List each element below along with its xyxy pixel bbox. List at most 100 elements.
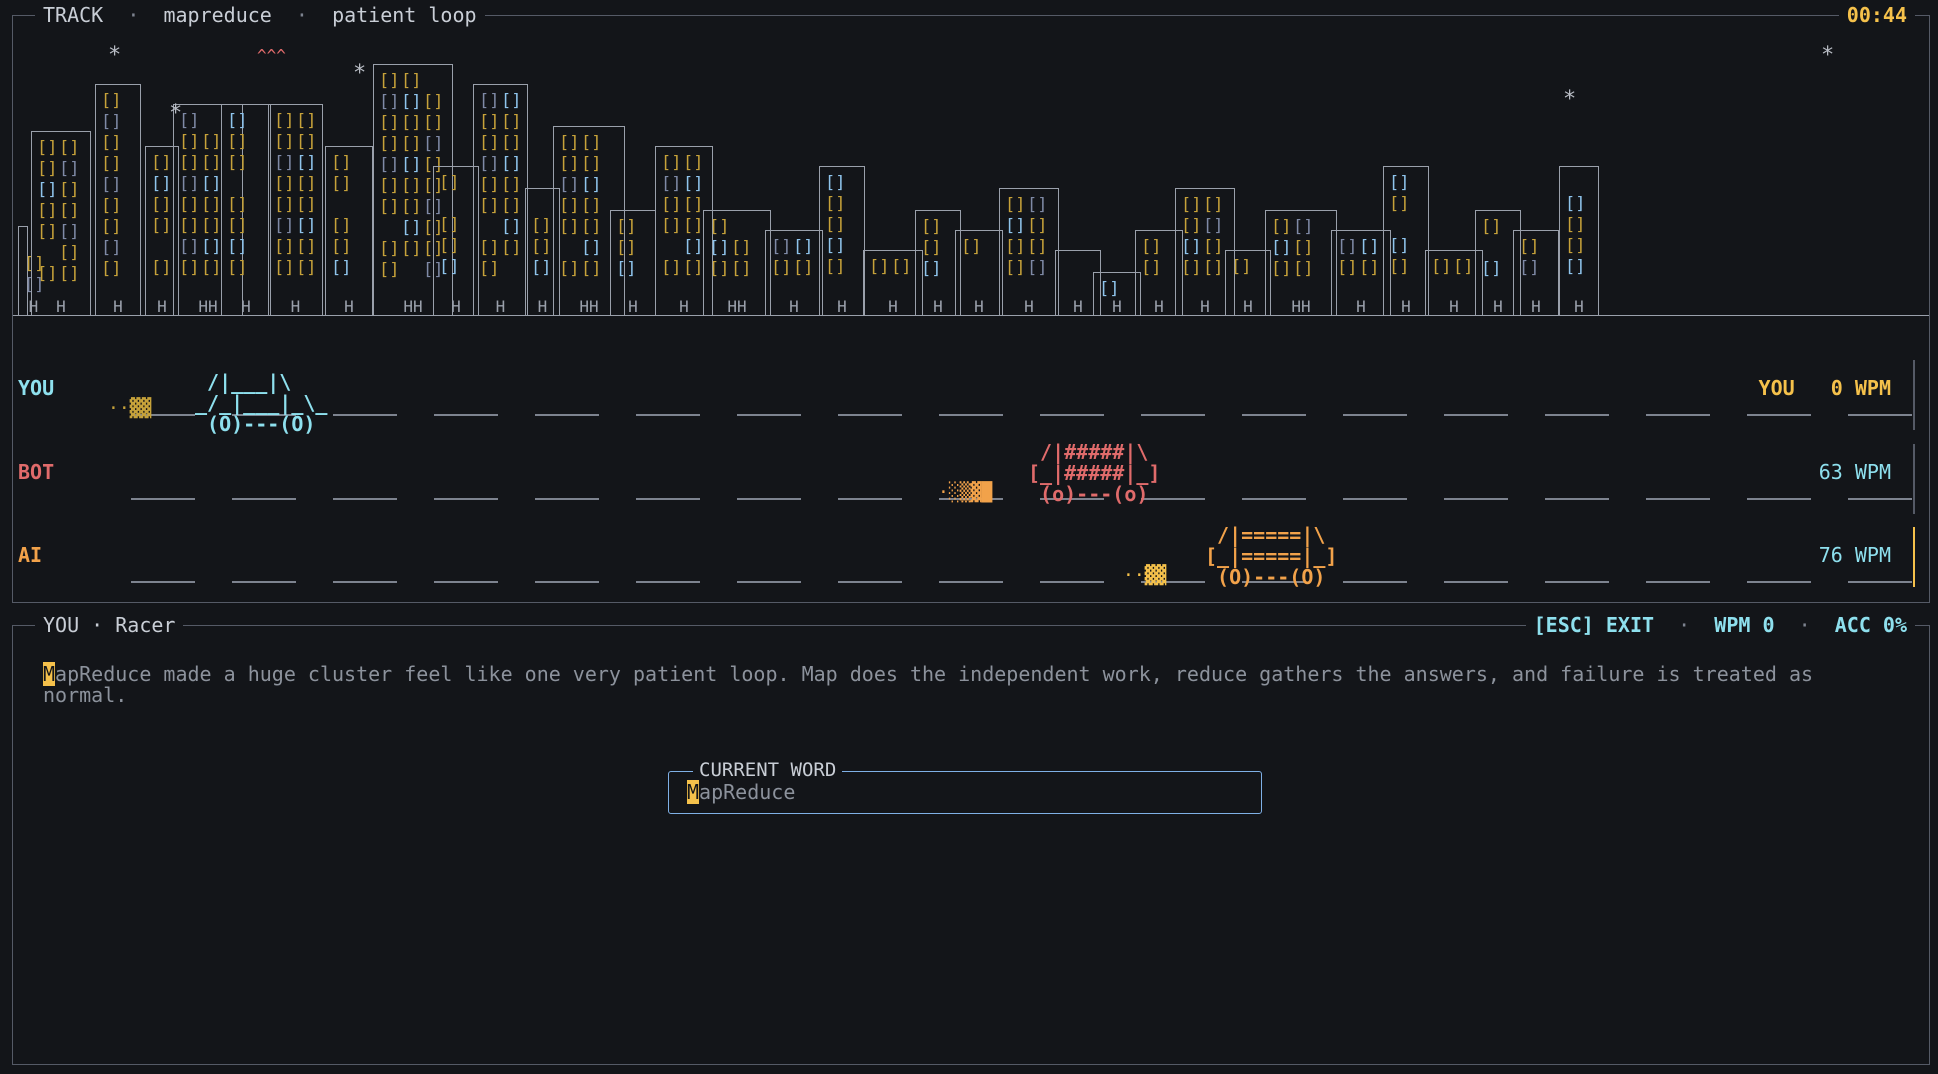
- track-dash: [1545, 414, 1609, 416]
- track-panel: TRACK · mapreduce · patient loop 00:44 […: [12, 4, 1930, 603]
- building: [][][][][] _H_: [325, 146, 373, 316]
- track-dash: [1747, 581, 1811, 583]
- building-window: []: [479, 259, 500, 279]
- building-window: []: [1271, 217, 1292, 237]
- lane-ai: AI ··▓▓ /|=====|\ [_|=====|_] (O)---(O) …: [13, 513, 1929, 593]
- building-window: []: [616, 259, 637, 279]
- building-window: []: [151, 174, 172, 194]
- building-window: []: [401, 197, 422, 217]
- building-window: []: [274, 216, 295, 236]
- building-window: []: [1181, 216, 1202, 236]
- building-window: []: [201, 237, 222, 257]
- building-window: []: [771, 237, 792, 257]
- building-window: []: [227, 111, 248, 131]
- track-dash: [1444, 498, 1508, 500]
- building: [][][][][][][][] _H_: [999, 188, 1059, 316]
- building-window: []: [1519, 237, 1540, 257]
- building-window: []: [274, 195, 295, 215]
- building-window: []: [616, 217, 637, 237]
- building-window: []: [1481, 259, 1502, 279]
- building-window: []: [151, 258, 172, 278]
- building-window: []: [559, 217, 580, 237]
- track-dash: [838, 498, 902, 500]
- lane-name-you: YOU: [18, 376, 55, 400]
- building-window: []: [793, 237, 814, 257]
- building-window: []: [661, 195, 682, 215]
- star-icon: *: [1563, 87, 1577, 112]
- track-dash: [939, 581, 1003, 583]
- building-window: []: [101, 217, 122, 237]
- building-window: []: [201, 195, 222, 215]
- track-dash: [939, 414, 1003, 416]
- building-window: []: [825, 215, 846, 235]
- building-window: []: [501, 112, 522, 132]
- building-window: []: [1141, 237, 1162, 257]
- track-dash: [1242, 414, 1306, 416]
- building-window: []: [296, 237, 317, 257]
- building-window: []: [331, 237, 352, 257]
- track-dash: [1848, 414, 1912, 416]
- building-door: _H_: [231, 297, 261, 316]
- building-window: []: [731, 259, 752, 279]
- building-window: []: [274, 174, 295, 194]
- building: [] _H_: [1093, 272, 1141, 316]
- building-window: []: [179, 216, 200, 236]
- lane-track-ai: [131, 581, 1912, 583]
- building-window: []: [479, 175, 500, 195]
- building-window: []: [581, 196, 602, 216]
- current-word-input[interactable]: CURRENT WORD MapReduce: [668, 759, 1262, 814]
- building-window: []: [501, 238, 522, 258]
- building-window: []: [379, 71, 400, 91]
- building-window: []: [1181, 237, 1202, 257]
- current-word-value: MapReduce: [687, 780, 796, 804]
- building-window: []: [501, 91, 522, 111]
- building-window: []: [423, 92, 444, 112]
- building-window: []: [179, 174, 200, 194]
- building-window: []: [1231, 257, 1252, 277]
- word-cursor: M: [687, 780, 700, 804]
- building-window: []: [661, 153, 682, 173]
- building-window: []: [379, 113, 400, 133]
- progress-bar-you: [1913, 360, 1915, 430]
- building-window: []: [227, 216, 248, 236]
- building-window: []: [683, 195, 704, 215]
- building-window: []: [1359, 237, 1380, 257]
- building-window: []: [37, 201, 58, 221]
- building-window: []: [891, 257, 912, 277]
- building-window: []: [581, 259, 602, 279]
- building-window: []: [1203, 237, 1224, 257]
- building-window: []: [1181, 258, 1202, 278]
- building-window: []: [581, 154, 602, 174]
- building-window: []: [101, 91, 122, 111]
- building-window: []: [1005, 258, 1026, 278]
- building-window: []: [379, 92, 400, 112]
- building-window: []: [1565, 236, 1586, 256]
- building-window: []: [201, 153, 222, 173]
- building-window: []: [439, 257, 460, 277]
- building-window: []: [479, 91, 500, 111]
- building-door: _H_: [1439, 297, 1469, 316]
- track-dash: [1747, 498, 1811, 500]
- building-window: []: [101, 196, 122, 216]
- building-window: []: [379, 239, 400, 259]
- building-window: []: [479, 154, 500, 174]
- progress-bar-bot: [1913, 444, 1915, 514]
- track-dash: [1343, 498, 1407, 500]
- track-dash: [434, 414, 498, 416]
- building-window: []: [869, 257, 890, 277]
- track-dash: [636, 498, 700, 500]
- building-window: []: [581, 217, 602, 237]
- building-window: []: [1389, 257, 1410, 277]
- track-dash: [1646, 414, 1710, 416]
- building-window: []: [227, 153, 248, 173]
- lane-name-ai: AI: [18, 543, 43, 567]
- exit-button[interactable]: [ESC] EXIT: [1534, 613, 1654, 637]
- building-window: []: [501, 175, 522, 195]
- track-dash: [1646, 581, 1710, 583]
- building-door: _H_: [827, 297, 857, 316]
- building-door: _H_: [103, 297, 133, 316]
- building-window: []: [825, 236, 846, 256]
- antenna-icon: ^ ^^^: [257, 41, 286, 65]
- racer-panel: YOU · Racer [ESC] EXIT · WPM 0 · ACC 0% …: [12, 614, 1930, 1065]
- building-window: []: [151, 153, 172, 173]
